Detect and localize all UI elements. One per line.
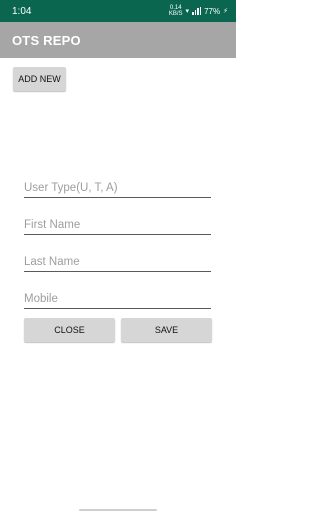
first-name-field[interactable]: First Name <box>24 213 211 235</box>
app-title: OTS REPO <box>12 32 81 48</box>
home-indicator[interactable] <box>79 509 157 511</box>
user-type-placeholder: User Type(U, T, A) <box>24 182 118 194</box>
status-time: 1:04 <box>12 5 32 17</box>
mobile-field[interactable]: Mobile <box>24 287 211 309</box>
user-type-field[interactable]: User Type(U, T, A) <box>24 176 211 198</box>
battery-percent: 77% <box>204 6 221 16</box>
last-name-field[interactable]: Last Name <box>24 250 211 272</box>
signal-icon <box>192 7 202 15</box>
mobile-placeholder: Mobile <box>24 293 58 305</box>
status-icons: 0.14 KB/S ▾ 77% ⚡ <box>169 5 228 17</box>
last-name-placeholder: Last Name <box>24 256 80 268</box>
save-button[interactable]: SAVE <box>121 318 212 342</box>
wifi-icon: ▾ <box>185 8 190 15</box>
app-bar: OTS REPO <box>0 22 236 58</box>
network-speed: 0.14 KB/S <box>168 5 183 17</box>
add-new-button[interactable]: ADD NEW <box>13 67 66 91</box>
status-bar: 1:04 0.14 KB/S ▾ 77% ⚡ <box>0 0 236 22</box>
first-name-placeholder: First Name <box>24 219 81 231</box>
close-button[interactable]: CLOSE <box>24 318 115 342</box>
charging-icon: ⚡ <box>223 8 228 15</box>
